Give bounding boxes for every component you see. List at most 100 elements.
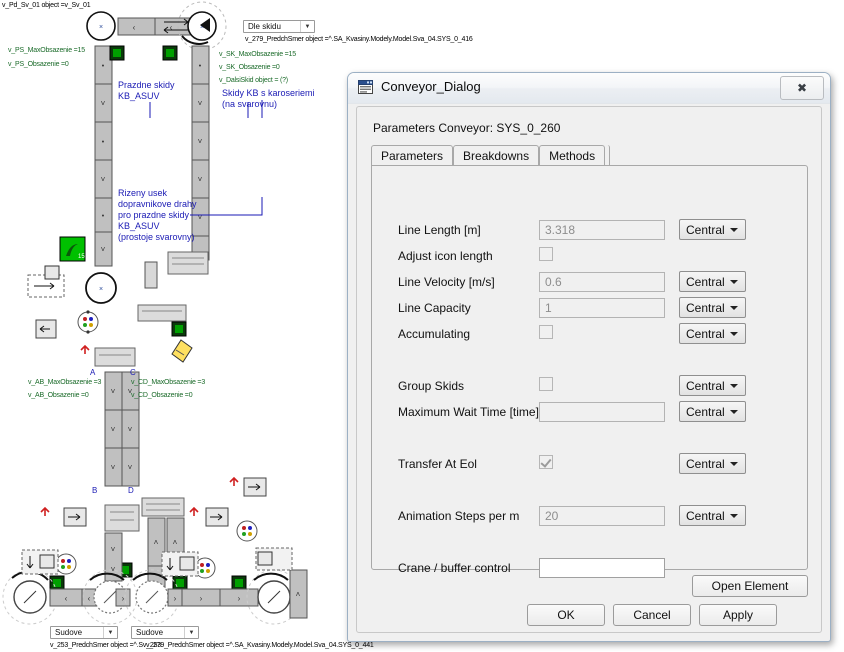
ok-button[interactable]: OK [527, 604, 605, 626]
point-label-c: C [130, 368, 136, 377]
svg-text:˅: ˅ [128, 463, 133, 472]
checkbox-group-skids[interactable] [539, 377, 553, 391]
row-group-skids: Group Skids Central [372, 375, 807, 398]
conveyor-column-left: • ˅ • ˅ • ˅ [94, 45, 113, 267]
combo-line-length-scope[interactable]: Central [679, 219, 746, 240]
label-transfer-at-eol: Transfer At Eol [398, 457, 477, 471]
note-rizeny-usek: Rizeny usek dopravnikove drahy pro prazd… [118, 188, 197, 242]
input-animation-steps[interactable]: 20 [539, 506, 665, 526]
label-cd-maxobsazenie: v_CD_MaxObsazenie =3 [131, 379, 206, 386]
svg-text:˅: ˅ [101, 175, 106, 184]
row-accumulating: Accumulating Central [372, 323, 807, 346]
open-element-button[interactable]: Open Element [692, 575, 808, 597]
tab-strip-filler [605, 145, 611, 165]
tab-methods[interactable]: Methods [539, 145, 606, 165]
input-line-capacity[interactable]: 1 [539, 298, 665, 318]
svg-text:˅: ˅ [111, 387, 116, 396]
combo-line-velocity-scope-value: Central [686, 274, 725, 289]
station-icon-group [77, 310, 99, 334]
chevron-down-icon [730, 462, 738, 466]
svg-text:‹: ‹ [133, 23, 136, 32]
svg-text:˅: ˅ [198, 137, 203, 146]
combo-sudove-right[interactable]: Sudove ▼ [131, 626, 199, 639]
chevron-down-icon [730, 332, 738, 336]
label-accumulating: Accumulating [398, 327, 471, 341]
drain-icon-midleft [27, 265, 65, 298]
svg-text:˅: ˅ [101, 99, 106, 108]
close-icon[interactable]: ✖ [780, 76, 824, 100]
chevron-down-icon [730, 410, 738, 414]
point-label-b: B [92, 486, 98, 495]
note-skidy-kb: Skidy KB s karoseriemi (na svarovnu) [222, 88, 315, 109]
chevron-down-icon [730, 514, 738, 518]
chevron-down-icon: ▼ [103, 627, 117, 638]
combo-line-capacity-scope-value: Central [686, 300, 725, 315]
model-top-annotation: v_Pd_Sv_01 object =v_Sv_01 [2, 2, 91, 9]
chevron-down-icon [730, 280, 738, 284]
combo-maximum-wait-time-scope-value: Central [686, 404, 725, 419]
chevron-down-icon: ▼ [184, 627, 198, 638]
combo-animation-steps-scope[interactable]: Central [679, 505, 746, 526]
combo-animation-steps-scope-value: Central [686, 508, 725, 523]
row-line-velocity: Line Velocity [m/s] 0.6 Central [372, 271, 807, 294]
combo-sudove-right-caption: v_279_PredchSmer object =^.SA_Kvasiny.Mo… [146, 642, 374, 649]
checkbox-accumulating[interactable] [539, 325, 553, 339]
combo-group-skids-scope[interactable]: Central [679, 375, 746, 396]
label-animation-steps: Animation Steps per m [398, 509, 520, 523]
combo-transfer-at-eol-scope-value: Central [686, 456, 725, 471]
combo-sudove-left[interactable]: Sudove ▼ [50, 626, 118, 639]
combo-line-velocity-scope[interactable]: Central [679, 271, 746, 292]
svg-text:˄: ˄ [296, 590, 301, 599]
input-line-length[interactable]: 3.318 [539, 220, 665, 240]
combo-sudove-right-value: Sudove [136, 628, 164, 637]
combo-maximum-wait-time-scope[interactable]: Central [679, 401, 746, 422]
label-line-length: Line Length [m] [398, 223, 481, 237]
cancel-button[interactable]: Cancel [613, 604, 691, 626]
label-line-velocity: Line Velocity [m/s] [398, 275, 495, 289]
svg-text:˄: ˄ [154, 538, 159, 547]
checkbox-adjust-icon-length[interactable] [539, 247, 553, 261]
combo-transfer-at-eol-scope[interactable]: Central [679, 453, 746, 474]
checkbox-transfer-at-eol[interactable] [539, 455, 553, 469]
combo-sudove-left-caption: v_253_PredchSmer object =^.Sv_253 [50, 642, 161, 649]
svg-text:˅: ˅ [111, 545, 116, 554]
dialog-title: Conveyor_Dialog [381, 79, 481, 94]
row-transfer-at-eol: Transfer At Eol Central [372, 453, 807, 476]
svg-text:˅: ˅ [128, 425, 133, 434]
svg-text:‹: ‹ [170, 23, 173, 32]
conveyor-segment-group-top: ‹ ‹ [117, 17, 193, 36]
svg-text:×: × [99, 24, 103, 31]
apply-button[interactable]: Apply [699, 604, 777, 626]
svg-text:›: › [174, 594, 177, 603]
combo-accumulating-scope[interactable]: Central [679, 323, 746, 344]
combo-dle-skidu-value: Dle skidu [248, 22, 281, 31]
exit-arrow-icons [35, 319, 267, 527]
chevron-down-icon [730, 228, 738, 232]
label-sk-obsazenie: v_SK_Obsazenie =0 [219, 64, 280, 71]
chevron-down-icon [730, 384, 738, 388]
dialog-titlebar[interactable]: Conveyor_Dialog ✖ [348, 73, 830, 104]
svg-text:˅: ˅ [198, 99, 203, 108]
combo-line-capacity-scope[interactable]: Central [679, 297, 746, 318]
tab-parameters[interactable]: Parameters [371, 145, 454, 165]
label-ab-obsazenie: v_AB_Obsazenie =0 [28, 392, 89, 399]
svg-text:×: × [99, 286, 103, 293]
tab-breakdowns[interactable]: Breakdowns [453, 145, 540, 165]
combo-dle-skidu[interactable]: Dle skidu ▼ [243, 20, 315, 33]
dialog-body: Parameters Conveyor: SYS_0_260 Parameter… [356, 106, 822, 633]
label-sk-maxobsazenie: v_SK_MaxObsazenie =15 [219, 51, 296, 58]
svg-text:›: › [238, 594, 241, 603]
row-animation-steps: Animation Steps per m 20 Central [372, 505, 807, 528]
svg-text:˅: ˅ [101, 245, 106, 254]
input-maximum-wait-time[interactable] [539, 402, 665, 422]
svg-text:›: › [122, 594, 125, 603]
input-line-velocity[interactable]: 0.6 [539, 272, 665, 292]
svg-text:15: 15 [78, 254, 85, 260]
label-ps-obsazenie: v_PS_Obsazenie =0 [8, 61, 69, 68]
window-icon [358, 80, 373, 94]
label-maximum-wait-time: Maximum Wait Time [time] [398, 405, 539, 419]
svg-text:˅: ˅ [111, 463, 116, 472]
row-line-capacity: Line Capacity 1 Central [372, 297, 807, 320]
conveyor-dialog[interactable]: Conveyor_Dialog ✖ Parameters Conveyor: S… [347, 72, 831, 642]
tab-strip[interactable]: Parameters Breakdowns Methods [371, 145, 813, 166]
